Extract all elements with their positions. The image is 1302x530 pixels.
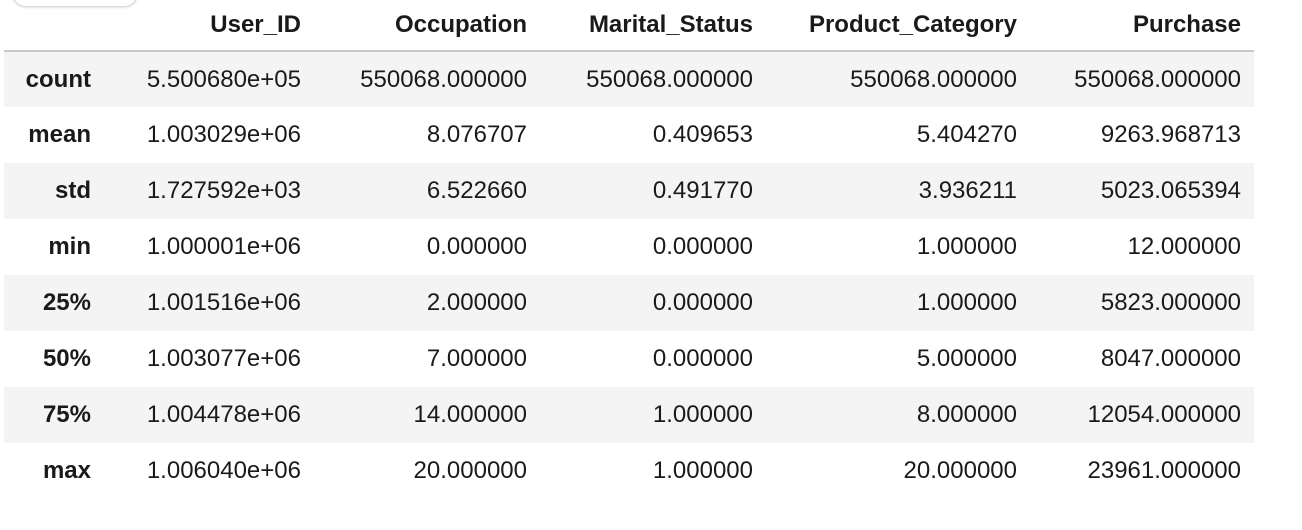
- column-header-purchase: Purchase: [1030, 0, 1254, 52]
- table-cell: 0.000000: [652, 345, 753, 372]
- table-cell: 12.000000: [1127, 233, 1241, 260]
- table-cell: 20.000000: [903, 457, 1017, 484]
- table-cell: 8.076707: [426, 121, 527, 148]
- table-cell: 0.000000: [652, 233, 753, 260]
- row-label: max: [42, 457, 91, 484]
- table-cell: 14.000000: [413, 401, 527, 428]
- table-row: mean 1.003029e+06 8.076707 0.409653 5.40…: [4, 107, 1254, 163]
- table-cell: 20.000000: [413, 457, 527, 484]
- table-cell: 0.000000: [652, 289, 753, 316]
- table-cell: 5.000000: [916, 345, 1017, 372]
- column-header-user-id: User_ID: [104, 0, 314, 52]
- column-header-marital-status: Marital_Status: [540, 0, 766, 52]
- column-header-product-category: Product_Category: [766, 0, 1030, 52]
- table-cell: 1.004478e+06: [146, 401, 301, 428]
- table-row: max 1.006040e+06 20.000000 1.000000 20.0…: [4, 443, 1254, 499]
- table-cell: 0.409653: [652, 121, 753, 148]
- table-cell: 1.000000: [916, 289, 1017, 316]
- describe-table: User_ID Occupation Marital_Status Produc…: [4, 0, 1254, 499]
- table-row: count 5.500680e+05 550068.000000 550068.…: [4, 51, 1254, 107]
- table-row: 75% 1.004478e+06 14.000000 1.000000 8.00…: [4, 387, 1254, 443]
- row-label: 75%: [42, 401, 91, 428]
- table-cell: 1.727592e+03: [146, 177, 301, 204]
- table-row: min 1.000001e+06 0.000000 0.000000 1.000…: [4, 219, 1254, 275]
- table-cell: 550068.000000: [360, 65, 527, 93]
- row-label: 50%: [42, 345, 91, 372]
- table-cell: 5.404270: [916, 121, 1017, 148]
- table-cell: 3.936211: [918, 177, 1017, 204]
- table-cell: 2.000000: [426, 289, 527, 316]
- table-cell: 8.000000: [916, 401, 1017, 428]
- table-row: std 1.727592e+03 6.522660 0.491770 3.936…: [4, 163, 1254, 219]
- row-label: std: [55, 177, 91, 204]
- table-cell: 8047.000000: [1100, 345, 1241, 372]
- table-cell: 1.003029e+06: [146, 121, 301, 148]
- table-cell: 1.000000: [652, 401, 753, 428]
- column-header-occupation: Occupation: [314, 0, 540, 52]
- table-cell: 1.000001e+06: [146, 233, 301, 260]
- table-row: 25% 1.001516e+06 2.000000 0.000000 1.000…: [4, 275, 1254, 331]
- table-cell: 1.000000: [652, 457, 753, 484]
- table-cell: 550068.000000: [586, 65, 753, 93]
- table-cell: 1.006040e+06: [146, 457, 301, 484]
- table-cell: 1.000000: [916, 233, 1017, 260]
- table-cell: 5.500680e+05: [146, 65, 301, 93]
- table-cell: 1.003077e+06: [146, 345, 301, 372]
- index-header: [4, 0, 104, 52]
- table-cell: 0.000000: [426, 233, 527, 260]
- table-cell: 550068.000000: [1074, 65, 1241, 93]
- table-cell: 5823.000000: [1100, 289, 1241, 316]
- table-cell: 12054.000000: [1087, 401, 1242, 428]
- table-row: 50% 1.003077e+06 7.000000 0.000000 5.000…: [4, 331, 1254, 387]
- row-label: 25%: [42, 289, 91, 316]
- row-label: mean: [28, 121, 91, 148]
- table-cell: 9263.968713: [1100, 121, 1241, 148]
- table-cell: 550068.000000: [850, 65, 1017, 93]
- table-cell: 5023.065394: [1100, 177, 1241, 204]
- table-cell: 23961.000000: [1087, 457, 1242, 484]
- header-row: User_ID Occupation Marital_Status Produc…: [4, 0, 1254, 52]
- table-cell: 0.491770: [652, 177, 753, 204]
- row-label: count: [25, 65, 91, 93]
- row-label: min: [48, 233, 91, 260]
- table-cell: 7.000000: [426, 345, 527, 372]
- table-cell: 6.522660: [426, 177, 527, 204]
- table-cell: 1.001516e+06: [146, 289, 301, 316]
